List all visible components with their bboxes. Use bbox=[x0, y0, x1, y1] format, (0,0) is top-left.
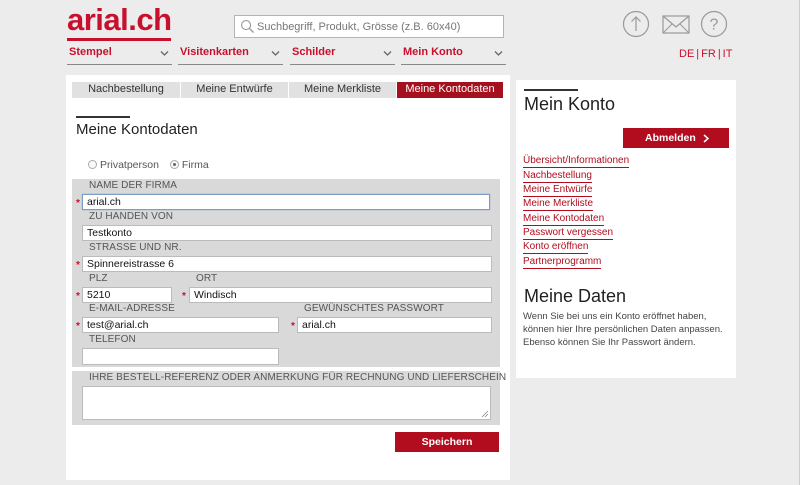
email-label: E-MAIL-ADRESSE bbox=[89, 303, 175, 314]
company-input[interactable] bbox=[82, 194, 490, 210]
required-mark: * bbox=[76, 198, 80, 209]
attn-input[interactable] bbox=[82, 225, 492, 241]
tab-meine-entwuerfe[interactable]: Meine Entwürfe bbox=[181, 82, 289, 98]
logout-label: Abmelden bbox=[645, 132, 696, 144]
sidebar-link-partnerprogramm[interactable]: Partnerprogramm bbox=[523, 256, 602, 269]
attn-label: ZU HANDEN VON bbox=[89, 211, 174, 222]
address-form: NAME DER FIRMA * ZU HANDEN VON STRASSE U… bbox=[72, 179, 500, 367]
reference-textarea[interactable] bbox=[82, 386, 491, 420]
tab-meine-kontodaten[interactable]: Meine Kontodaten bbox=[397, 82, 504, 98]
nav-label: Schilder bbox=[292, 46, 336, 58]
nav-stempel[interactable]: Stempel bbox=[67, 45, 172, 65]
nav-schilder[interactable]: Schilder bbox=[290, 45, 395, 65]
company-label: NAME DER FIRMA bbox=[89, 180, 178, 191]
email-input[interactable] bbox=[82, 317, 279, 333]
logout-button[interactable]: Abmelden bbox=[623, 128, 729, 148]
sidebar-link-passwort-vergessen[interactable]: Passwort vergessen bbox=[523, 227, 614, 240]
radio-privatperson[interactable]: Privatperson bbox=[88, 159, 159, 171]
radio-checked-icon[interactable] bbox=[169, 160, 179, 169]
lang-fr[interactable]: FR bbox=[701, 48, 716, 60]
upload-icon[interactable] bbox=[622, 10, 650, 38]
resize-handle-icon[interactable] bbox=[481, 410, 489, 418]
sidebar-link-kontodaten[interactable]: Meine Kontodaten bbox=[523, 213, 605, 226]
nav-visitenkarten[interactable]: Visitenkarten bbox=[178, 45, 283, 65]
tab-nachbestellung[interactable]: Nachbestellung bbox=[72, 82, 181, 98]
zip-label: PLZ bbox=[89, 273, 108, 284]
city-label: ORT bbox=[196, 273, 218, 284]
chevron-right-icon bbox=[703, 134, 709, 143]
sidebar-link-konto-eroeffnen[interactable]: Konto eröffnen bbox=[523, 241, 589, 254]
page-title: Meine Kontodaten bbox=[76, 121, 198, 138]
sidebar-data-text: Wenn Sie bei uns ein Konto eröffnet habe… bbox=[523, 311, 723, 348]
chevron-down-icon bbox=[271, 51, 280, 56]
search-icon[interactable] bbox=[240, 19, 255, 34]
lang-de[interactable]: DE bbox=[679, 48, 694, 60]
street-input[interactable] bbox=[82, 256, 492, 272]
radio-unchecked-icon[interactable] bbox=[88, 160, 97, 169]
nav-mein-konto[interactable]: Mein Konto bbox=[401, 45, 506, 65]
title-underline bbox=[76, 116, 130, 118]
required-mark: * bbox=[291, 321, 295, 332]
logo-text: arial.ch bbox=[67, 2, 172, 37]
nav-label: Visitenkarten bbox=[180, 46, 249, 58]
sidebar-title-underline bbox=[524, 89, 578, 91]
lang-separator: | bbox=[696, 48, 700, 60]
logo-underline bbox=[67, 38, 171, 41]
help-icon[interactable]: ? bbox=[700, 10, 728, 38]
sidebar-title: Mein Konto bbox=[524, 94, 616, 114]
nav-label: Stempel bbox=[69, 46, 112, 58]
search-box[interactable] bbox=[234, 15, 504, 38]
required-mark: * bbox=[182, 291, 186, 302]
save-button[interactable]: Speichern bbox=[395, 432, 499, 452]
sidebar-link-entwuerfe[interactable]: Meine Entwürfe bbox=[523, 184, 593, 197]
nav-label: Mein Konto bbox=[403, 46, 463, 58]
radio-firma[interactable]: Firma bbox=[169, 159, 209, 171]
sidebar-link-merkliste[interactable]: Meine Merkliste bbox=[523, 198, 594, 211]
account-sidebar: Mein Konto Abmelden Übersicht/Informatio… bbox=[516, 80, 736, 378]
required-mark: * bbox=[76, 321, 80, 332]
lang-separator: | bbox=[717, 48, 721, 60]
reference-label: IHRE BESTELL-REFERENZ ODER ANMERKUNG FÜR… bbox=[89, 372, 507, 383]
reference-form: IHRE BESTELL-REFERENZ ODER ANMERKUNG FÜR… bbox=[72, 371, 506, 425]
sidebar-data-title: Meine Daten bbox=[524, 286, 627, 306]
tab-bar: Nachbestellung Meine Entwürfe Meine Merk… bbox=[72, 82, 506, 98]
required-mark: * bbox=[76, 291, 80, 302]
lang-it[interactable]: IT bbox=[723, 48, 733, 60]
mail-icon[interactable] bbox=[661, 10, 691, 38]
city-input[interactable] bbox=[189, 287, 492, 303]
password-input[interactable] bbox=[297, 317, 492, 333]
zip-input[interactable] bbox=[82, 287, 172, 303]
logo[interactable]: arial.ch bbox=[67, 2, 172, 41]
chevron-down-icon bbox=[383, 51, 392, 56]
required-mark: * bbox=[76, 260, 80, 271]
language-switcher: DE | FR | IT bbox=[679, 48, 732, 60]
svg-text:?: ? bbox=[710, 17, 719, 34]
street-label: STRASSE UND NR. bbox=[89, 242, 182, 253]
chevron-down-icon bbox=[494, 51, 503, 56]
sidebar-link-nachbestellung[interactable]: Nachbestellung bbox=[523, 170, 592, 183]
search-input[interactable] bbox=[257, 18, 497, 36]
phone-label: TELEFON bbox=[89, 334, 136, 345]
chevron-down-icon bbox=[160, 51, 169, 56]
account-data-panel: Nachbestellung Meine Entwürfe Meine Merk… bbox=[66, 75, 510, 480]
sidebar-link-uebersicht[interactable]: Übersicht/Informationen bbox=[523, 155, 630, 168]
tab-meine-merkliste[interactable]: Meine Merkliste bbox=[289, 82, 397, 98]
phone-input[interactable] bbox=[82, 348, 279, 365]
radio-label: Firma bbox=[181, 159, 209, 171]
password-label: GEWÜNSCHTES PASSWORT bbox=[304, 303, 444, 314]
customer-type-radio-group: Privatperson Firma bbox=[88, 159, 209, 171]
radio-label: Privatperson bbox=[100, 159, 159, 171]
